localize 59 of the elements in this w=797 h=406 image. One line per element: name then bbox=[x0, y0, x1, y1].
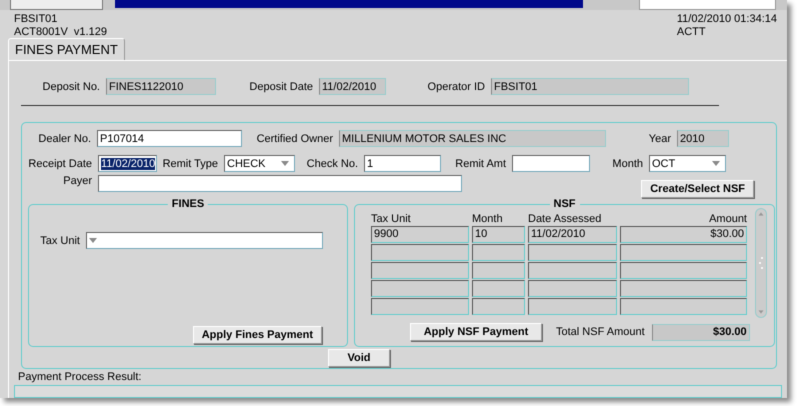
field-label: Operator ID bbox=[426, 80, 486, 92]
input-field[interactable] bbox=[639, 0, 776, 10]
input-field[interactable] bbox=[512, 155, 590, 172]
input-field[interactable]: 1 bbox=[364, 155, 441, 172]
result-label: Payment Process Result: bbox=[18, 371, 142, 383]
dropdown[interactable]: CHECK bbox=[224, 155, 295, 172]
field-label: Certified Owner bbox=[256, 132, 334, 144]
readonly-field: FBSIT01 bbox=[491, 78, 689, 95]
field-label: Check No. bbox=[306, 158, 359, 170]
table-cell: 11/02/2010 bbox=[528, 226, 617, 243]
table-cell bbox=[472, 244, 525, 261]
region-code: ACTT bbox=[676, 26, 707, 39]
field-label: Receipt Date bbox=[27, 158, 93, 170]
field-label: Dealer No. bbox=[37, 132, 92, 144]
dropdown[interactable] bbox=[86, 232, 323, 249]
dropdown-arrow-icon[interactable] bbox=[281, 161, 289, 166]
field-label: Month bbox=[611, 158, 644, 170]
input-field[interactable]: P107014 bbox=[97, 130, 242, 147]
group-title: NSF bbox=[550, 198, 580, 210]
scrollbar[interactable] bbox=[755, 208, 767, 318]
group-title: FINES bbox=[168, 198, 208, 210]
field-label: Total NSF Amount bbox=[556, 326, 645, 338]
create-select-nsf-button[interactable]: Create/Select NSF bbox=[641, 180, 754, 198]
field-label: Deposit Date bbox=[248, 80, 314, 92]
table-cell: $30.00 bbox=[620, 226, 747, 243]
input-field[interactable] bbox=[98, 175, 462, 192]
readonly-field: MILLENIUM MOTOR SALES INC bbox=[339, 130, 606, 147]
column-header: Date Assessed bbox=[528, 213, 602, 225]
field-label: Payer bbox=[62, 175, 93, 187]
input-field[interactable]: 11/02/2010 bbox=[98, 155, 157, 172]
dropdown-arrow-icon[interactable] bbox=[712, 161, 720, 166]
table-cell bbox=[472, 262, 525, 279]
toolbar-button[interactable] bbox=[10, 0, 103, 10]
readonly-field: 2010 bbox=[677, 130, 729, 147]
readonly-field: 11/02/2010 bbox=[319, 78, 386, 95]
table-cell: 9900 bbox=[371, 226, 469, 243]
field-label: Year bbox=[648, 132, 672, 144]
column-header: Amount bbox=[708, 213, 747, 225]
void-button[interactable]: Void bbox=[328, 349, 390, 367]
app-version: ACT8001V v1.129 bbox=[14, 26, 107, 39]
field-label: Tax Unit bbox=[39, 234, 81, 246]
apply-fines-button[interactable]: Apply Fines Payment bbox=[192, 326, 322, 344]
column-header: Month bbox=[472, 213, 504, 225]
table-cell: 10 bbox=[472, 226, 525, 243]
dropdown-arrow-icon[interactable] bbox=[89, 238, 97, 243]
column-header: Tax Unit bbox=[371, 213, 412, 225]
apply-nsf-button[interactable]: Apply NSF Payment bbox=[410, 323, 542, 341]
total-field: $30.00 bbox=[652, 324, 750, 340]
date-time: 11/02/2010 01:34:14 bbox=[676, 13, 777, 26]
grip-icon bbox=[758, 256, 764, 270]
field-label: Remit Type bbox=[162, 158, 219, 170]
field-label: Deposit No. bbox=[42, 80, 101, 92]
tab[interactable]: FINES PAYMENT bbox=[8, 38, 125, 60]
table-cell bbox=[472, 298, 525, 315]
readonly-field: FINES1122010 bbox=[106, 78, 216, 95]
table-cell bbox=[472, 280, 525, 297]
field-label: Remit Amt bbox=[454, 158, 507, 170]
user-id: FBSIT01 bbox=[14, 13, 58, 26]
dropdown[interactable]: OCT bbox=[649, 155, 726, 172]
